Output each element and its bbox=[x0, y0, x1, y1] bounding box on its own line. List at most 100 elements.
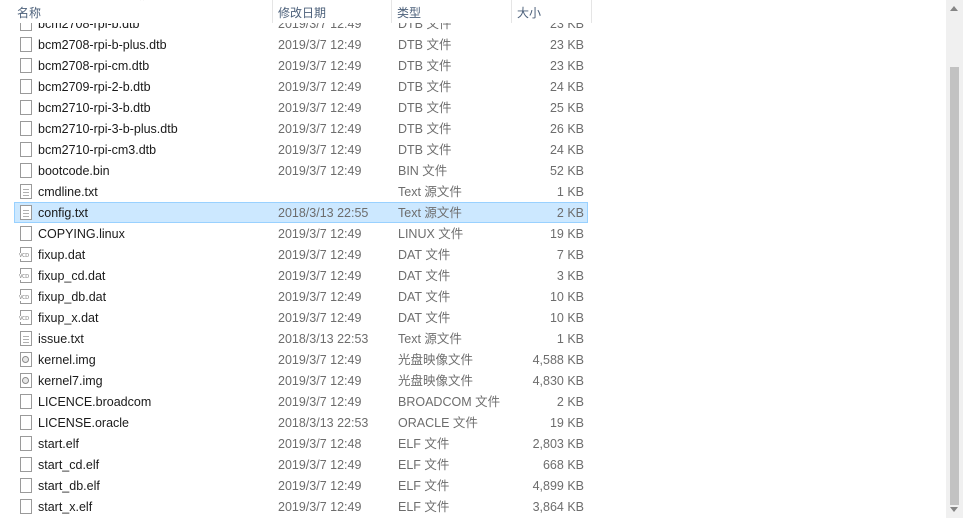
file-row[interactable]: fixup.dat 2019/3/7 12:49 DAT 文件 7 KB bbox=[14, 244, 588, 265]
file-type: ELF 文件 bbox=[398, 500, 450, 514]
file-modified-date: 2019/3/7 12:49 bbox=[278, 395, 362, 409]
file-row[interactable]: bcm2709-rpi-2-b.dtb 2019/3/7 12:49 DTB 文件 2… bbox=[14, 76, 588, 97]
file-size: 7 KB bbox=[556, 248, 584, 262]
vcd-file-icon bbox=[18, 268, 32, 283]
file-row[interactable]: COPYING.linux 2019/3/7 12:49 LINUX 文件 19 KB bbox=[14, 223, 588, 244]
disc-image-icon bbox=[20, 352, 32, 367]
file-row[interactable]: LICENCE.broadcom 2019/3/7 12:49 BROADCOM 文… bbox=[14, 391, 588, 412]
file-row[interactable]: bcm2710-rpi-3-b.dtb 2019/3/7 12:49 DTB 文件 2… bbox=[14, 97, 588, 118]
file-row[interactable]: fixup_cd.dat 2019/3/7 12:49 DAT 文件 3 KB bbox=[14, 265, 588, 286]
file-name: issue.txt bbox=[38, 332, 84, 346]
file-row[interactable]: bootcode.bin 2019/3/7 12:49 BIN 文件 52 KB bbox=[14, 160, 588, 181]
file-row[interactable]: start_cd.elf 2019/3/7 12:49 ELF 文件 668 KB bbox=[14, 454, 588, 475]
file-type: 光盘映像文件 bbox=[398, 353, 474, 367]
file-name: fixup_db.dat bbox=[38, 290, 107, 304]
scroll-down-arrow-icon[interactable] bbox=[950, 507, 958, 512]
column-date-header[interactable]: 修改日期 bbox=[278, 0, 392, 23]
file-row[interactable]: issue.txt 2018/3/13 22:53 Text 源文件 1 KB bbox=[14, 328, 588, 349]
file-modified-date: 2019/3/7 12:49 bbox=[278, 500, 362, 514]
file-name: bcm2708-rpi-b-plus.dtb bbox=[38, 38, 167, 52]
scroll-up-arrow-icon[interactable] bbox=[950, 6, 958, 11]
file-size: 2,803 KB bbox=[532, 437, 584, 451]
file-size: 3 KB bbox=[556, 269, 584, 283]
file-row[interactable]: start_x.elf 2019/3/7 12:49 ELF 文件 3,864 KB bbox=[14, 496, 588, 517]
file-type: DTB 文件 bbox=[398, 122, 452, 136]
column-divider[interactable] bbox=[591, 0, 592, 23]
disc-image-icon bbox=[20, 373, 32, 388]
file-type: DTB 文件 bbox=[398, 143, 452, 157]
column-divider[interactable] bbox=[272, 0, 273, 23]
column-type-header[interactable]: 类型 bbox=[397, 0, 511, 23]
file-row[interactable]: start_db.elf 2019/3/7 12:49 ELF 文件 4,899 KB bbox=[14, 475, 588, 496]
file-icon bbox=[20, 121, 32, 136]
file-icon bbox=[20, 79, 32, 94]
file-icon bbox=[20, 499, 32, 514]
file-name: bcm2710-rpi-3-b-plus.dtb bbox=[38, 122, 178, 136]
file-row[interactable]: fixup_db.dat 2019/3/7 12:49 DAT 文件 10 KB bbox=[14, 286, 588, 307]
column-divider[interactable] bbox=[391, 0, 392, 23]
file-row[interactable]: kernel.img 2019/3/7 12:49 光盘映像文件 4,588 KB bbox=[14, 349, 588, 370]
file-type: Text 源文件 bbox=[398, 185, 462, 199]
file-name: COPYING.linux bbox=[38, 227, 125, 241]
sort-ascending-icon: ⌃ bbox=[138, 0, 147, 8]
file-row[interactable]: bcm2708-rpi-cm.dtb 2019/3/7 12:49 DTB 文件 23… bbox=[14, 55, 588, 76]
column-header: 名称 ⌃ 修改日期 类型 大小 bbox=[0, 0, 946, 23]
file-modified-date: 2019/3/7 12:49 bbox=[278, 248, 362, 262]
file-name: LICENSE.oracle bbox=[38, 416, 130, 430]
text-file-icon bbox=[20, 205, 32, 220]
file-size: 10 KB bbox=[549, 290, 584, 304]
file-row[interactable]: cmdline.txt Text 源文件 1 KB bbox=[14, 181, 588, 202]
file-icon bbox=[20, 436, 32, 451]
file-size: 2 KB bbox=[556, 206, 584, 220]
column-name-label: 名称 bbox=[17, 6, 42, 20]
file-size: 2 KB bbox=[556, 395, 584, 409]
file-type: ELF 文件 bbox=[398, 437, 450, 451]
column-type-label: 类型 bbox=[397, 6, 422, 20]
file-size: 10 KB bbox=[549, 311, 584, 325]
column-date-label: 修改日期 bbox=[278, 6, 327, 20]
file-type: DTB 文件 bbox=[398, 80, 452, 94]
file-row[interactable]: fixup_x.dat 2019/3/7 12:49 DAT 文件 10 KB bbox=[14, 307, 588, 328]
file-size: 19 KB bbox=[549, 227, 584, 241]
file-type: ELF 文件 bbox=[398, 458, 450, 472]
file-row[interactable]: config.txt 2018/3/13 22:55 Text 源文件 2 KB bbox=[14, 202, 588, 223]
vcd-file-icon bbox=[18, 289, 32, 304]
file-size: 24 KB bbox=[549, 143, 584, 157]
file-size: 52 KB bbox=[549, 164, 584, 178]
file-type: DTB 文件 bbox=[398, 59, 452, 73]
vertical-scrollbar[interactable] bbox=[946, 0, 963, 518]
file-type: BROADCOM 文件 bbox=[398, 395, 501, 409]
file-size: 3,864 KB bbox=[532, 500, 584, 514]
file-row[interactable]: bcm2710-rpi-3-b-plus.dtb 2019/3/7 12:49 DT… bbox=[14, 118, 588, 139]
file-row[interactable]: start.elf 2019/3/7 12:48 ELF 文件 2,803 KB bbox=[14, 433, 588, 454]
file-name: start.elf bbox=[38, 437, 79, 451]
file-row[interactable]: bcm2708-rpi-b-plus.dtb 2019/3/7 12:49 DTB … bbox=[14, 34, 588, 55]
file-size: 25 KB bbox=[549, 101, 584, 115]
file-name: LICENCE.broadcom bbox=[38, 395, 152, 409]
file-row[interactable]: LICENSE.oracle 2018/3/13 22:53 ORACLE 文件 19… bbox=[14, 412, 588, 433]
file-icon bbox=[20, 478, 32, 493]
file-icon bbox=[20, 163, 32, 178]
file-name: start_db.elf bbox=[38, 479, 100, 493]
column-divider[interactable] bbox=[511, 0, 512, 23]
file-size: 1 KB bbox=[556, 185, 584, 199]
column-size-header[interactable]: 大小 bbox=[517, 0, 591, 23]
file-modified-date: 2019/3/7 12:49 bbox=[278, 479, 362, 493]
file-icon bbox=[20, 394, 32, 409]
file-modified-date: 2018/3/13 22:53 bbox=[278, 332, 369, 346]
file-size: 1 KB bbox=[556, 332, 584, 346]
file-name: fixup_cd.dat bbox=[38, 269, 106, 283]
scrollbar-thumb[interactable] bbox=[950, 67, 959, 505]
text-file-icon bbox=[20, 331, 32, 346]
file-row[interactable]: bcm2710-rpi-cm3.dtb 2019/3/7 12:49 DTB 文件 2… bbox=[14, 139, 588, 160]
file-type: DAT 文件 bbox=[398, 248, 451, 262]
file-name: bootcode.bin bbox=[38, 164, 110, 178]
file-type: DAT 文件 bbox=[398, 311, 451, 325]
file-type: Text 源文件 bbox=[398, 332, 462, 346]
file-modified-date: 2019/3/7 12:49 bbox=[278, 164, 362, 178]
file-modified-date: 2019/3/7 12:49 bbox=[278, 311, 362, 325]
file-row[interactable]: kernel7.img 2019/3/7 12:49 光盘映像文件 4,830 KB bbox=[14, 370, 588, 391]
file-icon bbox=[20, 100, 32, 115]
file-size: 23 KB bbox=[549, 38, 584, 52]
file-modified-date: 2019/3/7 12:49 bbox=[278, 59, 362, 73]
